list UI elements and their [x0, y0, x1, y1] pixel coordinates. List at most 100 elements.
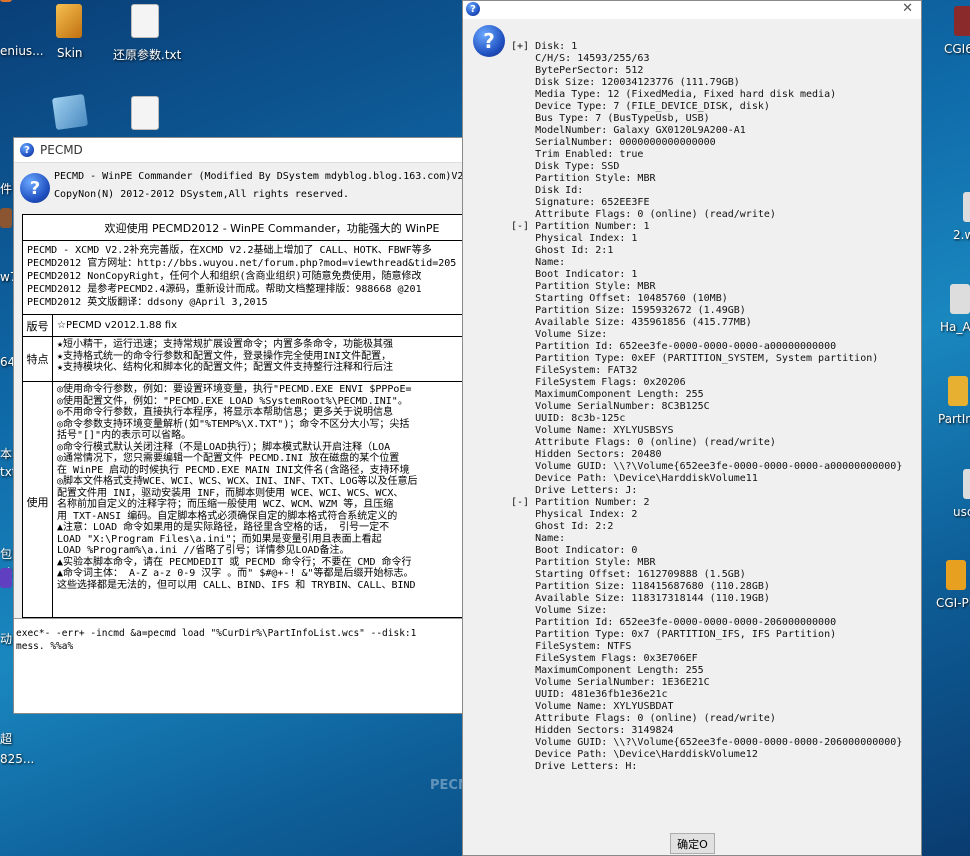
- intro-block: PECMD - XCMD V2.2补充完善版，在XCMD V2.2基础上增加了 …: [23, 241, 462, 315]
- usage-line: ▲注意：LOAD 命令如果用的是实际路径，路径里含空格的话， 引号一定不: [57, 522, 390, 533]
- header-line-1: PECMD - WinPE Commander (Modified By DSy…: [54, 171, 463, 182]
- info-line: [-] Partition Number: 1: [511, 221, 650, 232]
- info-line: C/H/S: 14593/255/63: [511, 53, 650, 64]
- info-line: Volume Name: XYLYUSBDAT: [511, 701, 674, 712]
- command-textbox[interactable]: exec*- -err+ -incmd &a=pecmd load "%CurD…: [14, 618, 462, 713]
- info-line: Hidden Sectors: 3149824: [511, 725, 674, 736]
- command-line-2: mess. %%a%: [16, 641, 74, 652]
- desktop-icon-label: 825...: [0, 752, 35, 766]
- features-label: 特点: [23, 337, 53, 381]
- info-line: Hidden Sectors: 20480: [511, 449, 662, 460]
- info-line: Attribute Flags: 0 (online) (read/write): [511, 209, 776, 220]
- help-table: 欢迎使用 PECMD2012 - WinPE Commander，功能强大的 W…: [22, 214, 462, 618]
- version-label: 版号: [23, 315, 53, 336]
- info-line: FileSystem: NTFS: [511, 641, 632, 652]
- command-line-1: exec*- -err+ -incmd &a=pecmd load "%CurD…: [16, 628, 417, 639]
- desktop-icon-label: PartIn: [938, 412, 970, 426]
- intro-line: PECMD2012 英文版翻译：ddsony @April 3,2015: [27, 297, 268, 308]
- desktop-icon-label: Ha_A: [940, 320, 970, 334]
- desktop-icon-file2[interactable]: [131, 96, 159, 130]
- info-line: Partition Type: 0xEF (PARTITION_SYSTEM, …: [511, 353, 879, 364]
- desktop-icon-image[interactable]: [51, 93, 89, 131]
- info-line: Available Size: 435961856 (415.77MB): [511, 317, 752, 328]
- pecmd-header: ? PECMD - WinPE Commander (Modified By D…: [14, 162, 462, 214]
- desktop-icon[interactable]: [948, 376, 968, 406]
- help-icon: ?: [20, 143, 34, 157]
- close-icon[interactable]: ✕: [902, 1, 913, 16]
- desktop-icon-label: 包: [0, 547, 13, 561]
- info-line: ModelNumber: Galaxy GX0120L9A200-A1: [511, 125, 746, 136]
- desktop-icon[interactable]: [954, 6, 970, 36]
- info-line: Trim Enabled: true: [511, 149, 644, 160]
- info-line: Drive Letters: J:: [511, 485, 638, 496]
- info-line: Device Type: 7 (FILE_DEVICE_DISK, disk): [511, 101, 770, 112]
- usage-list: ◎使用命令行参数，例如：要设置环境变量，执行"PECMD.EXE ENVI $P…: [53, 382, 462, 618]
- info-line: SerialNumber: 0000000000000000: [511, 137, 716, 148]
- usage-line: ◎通常情况下，您只需要编辑一个配置文件 PECMD.INI 放在磁盘的某个位置: [57, 453, 400, 464]
- version-value: ☆PECMD v2012.1.88 fix: [57, 319, 178, 331]
- desktop-icon-skin[interactable]: [56, 4, 82, 38]
- desktop-icon[interactable]: [0, 0, 12, 2]
- info-line: Starting Offset: 10485760 (10MB): [511, 293, 728, 304]
- desktop-icon[interactable]: [946, 560, 966, 590]
- desktop-icon[interactable]: [0, 208, 12, 228]
- info-line: Boot Indicator: 1: [511, 269, 638, 280]
- info-line: Volume Name: XYLYUSBSYS: [511, 425, 674, 436]
- desktop-icon-label: 2.w: [953, 228, 970, 242]
- usage-line: LOAD "X:\Program Files\a.ini"；而如果是变量引用且表…: [57, 533, 382, 545]
- info-line: Ghost Id: 2:1: [511, 245, 614, 256]
- usage-line: 括号"[]"内的表示可以省略。: [57, 430, 192, 441]
- info-line: MaximumComponent Length: 255: [511, 389, 704, 400]
- desktop-icon-label: 本: [0, 447, 13, 461]
- info-line: Attribute Flags: 0 (online) (read/write): [511, 437, 776, 448]
- desktop-icon[interactable]: [0, 568, 12, 588]
- info-line: Volume Size:: [511, 605, 608, 616]
- info-line: Volume Size:: [511, 329, 608, 340]
- info-line: Partition Style: MBR: [511, 281, 656, 292]
- info-line: Disk Id:: [511, 185, 584, 196]
- info-line: MaximumComponent Length: 255: [511, 665, 704, 676]
- desktop-icon[interactable]: [963, 469, 970, 499]
- pecmd-titlebar[interactable]: ? PECMD: [14, 138, 462, 162]
- info-line: Partition Type: 0x7 (PARTITION_IFS, IFS …: [511, 629, 837, 640]
- info-line: UUID: 481e36fb1e36e21c: [511, 689, 668, 700]
- info-line: [-] Partition Number: 2: [511, 497, 650, 508]
- intro-line: PECMD2012 是参考PECMD2.4源码，重新设计而成。帮助文档整理排版：…: [27, 284, 422, 295]
- info-line: Attribute Flags: 0 (online) (read/write): [511, 713, 776, 724]
- desktop-icon-label: enius...: [0, 44, 44, 58]
- features-row: 特点 ★短小精干，运行迅速；支持常规扩展设置命令；内置多条命令，功能极其强 ★支持…: [23, 337, 462, 382]
- help-icon: ?: [466, 2, 480, 16]
- question-icon: ?: [473, 25, 505, 57]
- intro-line: PECMD - XCMD V2.2补充完善版，在XCMD V2.2基础上增加了 …: [27, 245, 432, 256]
- desktop-icon[interactable]: [950, 284, 970, 314]
- info-line: Disk Type: SSD: [511, 161, 620, 172]
- feature-line: ★支持格式统一的命令行参数和配置文件，登录操作完全使用INI文件配置，: [57, 350, 392, 362]
- info-line: Device Path: \Device\HarddiskVolume11: [511, 473, 758, 484]
- info-line: Partition Size: 118415687680 (110.28GB): [511, 581, 770, 592]
- info-line: Partition Size: 1595932672 (1.49GB): [511, 305, 746, 316]
- usage-line: 名称前加自定义的注释字符；而压缩一般使用 WCZ、WCM、WZM 等，且压缩: [57, 499, 394, 510]
- desktop-icon-label: usc: [953, 505, 970, 519]
- usage-line: 这些选择都是无法的，但可以用 CALL、BIND、IFS 和 TRYBIN、CA…: [57, 579, 416, 591]
- info-line: Bus Type: 7 (BusTypeUsb, USB): [511, 113, 710, 124]
- usage-line: ◎命令行模式默认关闭注释（不是LOAD执行）；脚本模式默认开启注释（LOA: [57, 441, 391, 453]
- ok-button[interactable]: 确定O: [670, 833, 715, 854]
- info-line: Volume GUID: \\?\Volume{652ee3fe-0000-00…: [511, 737, 903, 748]
- feature-line: ★短小精干，运行迅速；支持常规扩展设置命令；内置多条命令，功能极其强: [57, 339, 394, 350]
- dialog-titlebar[interactable]: ? ✕: [463, 1, 921, 19]
- usage-line: ▲命令词主体： A-Z a-z 0-9 汉字 。而" $#@+-! &"等都是后…: [57, 568, 414, 579]
- info-line: Ghost Id: 2:2: [511, 521, 614, 532]
- info-line: FileSystem Flags: 0x20206: [511, 377, 686, 388]
- usage-line: ◎命令参数支持环境变量解析(如"%TEMP%\X.TXT")；命令不区分大小写；…: [57, 418, 410, 430]
- info-line: Disk Size: 120034123776 (111.79GB): [511, 77, 740, 88]
- info-line: Physical Index: 1: [511, 233, 638, 244]
- info-line: Volume GUID: \\?\Volume{652ee3fe-0000-00…: [511, 461, 903, 472]
- desktop-icon-txt-label: 还原参数.txt: [113, 48, 182, 62]
- header-line-2: CopyNon(N) 2012-2012 DSystem,All rights …: [54, 189, 350, 200]
- desktop-icon[interactable]: [963, 192, 970, 222]
- info-line: Available Size: 118317318144 (110.19GB): [511, 593, 770, 604]
- desktop-icon-txt-file[interactable]: [131, 4, 159, 38]
- usage-line: ◎脚本文件格式支持WCE、WCI、WCS、WCX、INI、INF、TXT、LOG…: [57, 476, 418, 487]
- version-row: 版号 ☆PECMD v2012.1.88 fix: [23, 315, 462, 337]
- intro-line: PECMD2012 NonCopyRight，任何个人和组织(含商业组织)可随意…: [27, 271, 422, 282]
